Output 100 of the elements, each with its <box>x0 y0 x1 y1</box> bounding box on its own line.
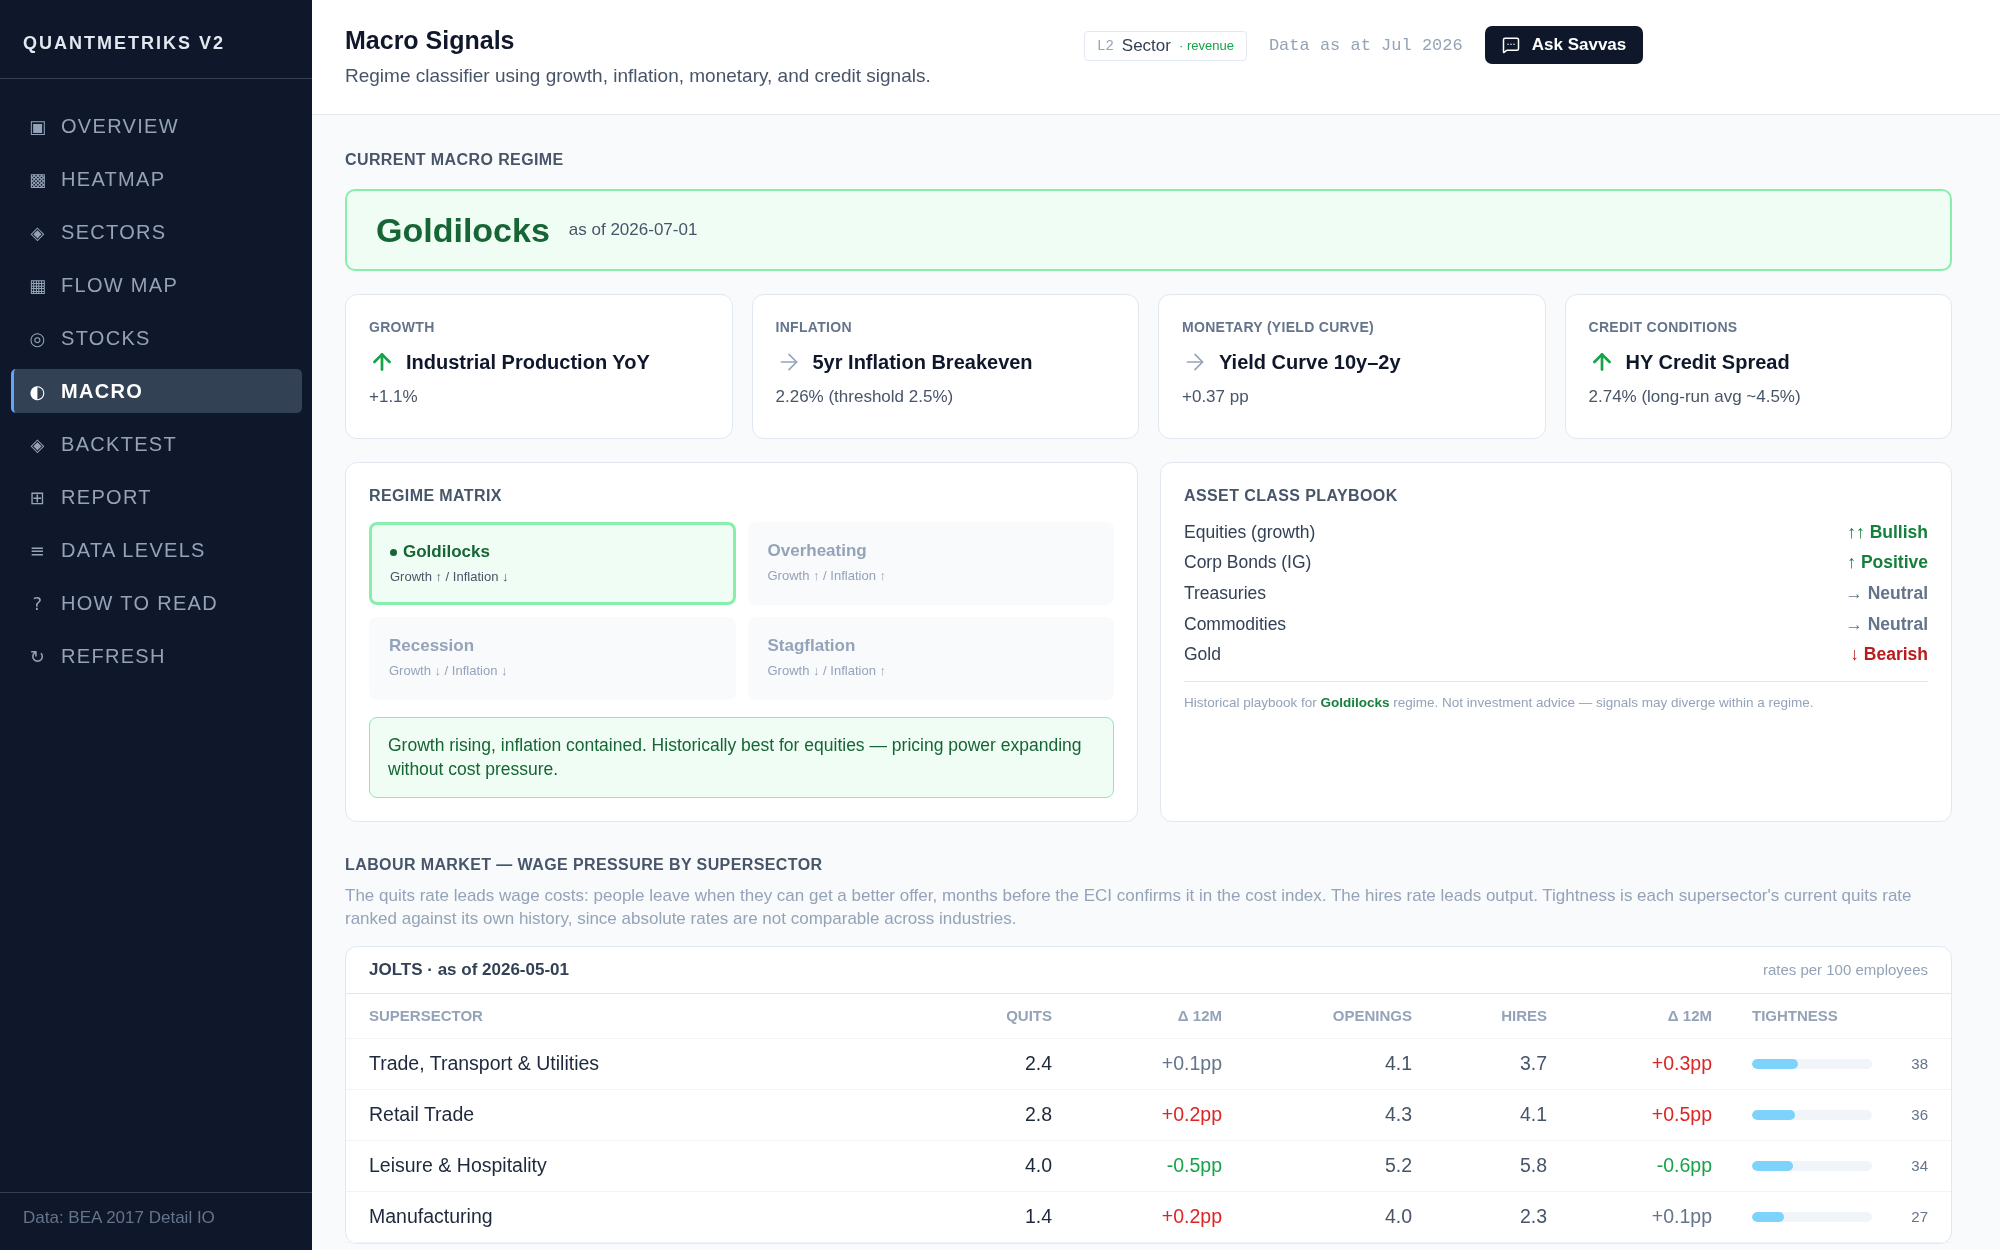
signal-value: +0.37 pp <box>1182 387 1250 407</box>
table-cell-text: +0.1pp <box>1650 1205 1712 1229</box>
asset-outlook: ↓ Bearish <box>1850 644 1928 666</box>
table-cell-text: -0.5pp <box>1165 1154 1222 1178</box>
regime-cell-name: Overheating <box>767 541 867 561</box>
nav-item[interactable]: ⊞ REPORT <box>11 475 302 519</box>
column-header: Δ 12M <box>1176 1007 1222 1025</box>
table-cell-text: 3.7 <box>1518 1052 1547 1076</box>
table-cell-text: -0.6pp <box>1655 1154 1712 1178</box>
regime-condition: Growth ↑ / Inflation ↓ <box>390 569 510 584</box>
regime-cell-name: Stagflation <box>767 636 856 656</box>
section-heading: LABOUR MARKET — WAGE PRESSURE BY SUPERSECTOR <box>345 856 824 874</box>
table-cell-text: Trade, Transport & Utilities <box>369 1052 601 1076</box>
table-cell-text: Leisure & Hospitality <box>369 1154 548 1178</box>
nav-label: OVERVIEW <box>61 114 179 138</box>
asset-name: Equities (growth) <box>1184 521 1316 543</box>
table-cell-text: 5.8 <box>1518 1154 1547 1178</box>
regime-condition: Growth ↑ / Inflation ↑ <box>767 568 887 583</box>
ask-button[interactable]: Ask Savvas <box>1484 26 1644 64</box>
regime-condition: Growth ↓ / Inflation ↑ <box>767 663 887 678</box>
table-cell-text: 2.8 <box>1023 1103 1052 1127</box>
signal-value: 2.26% (threshold 2.5%) <box>775 387 955 407</box>
section-description: The quits rate leads wage costs: people leave when they can get a better offer, months before the ECI confirms it in the cost index. The hires rate leads output. Tightness is each supersector's current quits rate ranked against its own history, since absolute rates are not comparable across industries. <box>345 885 1913 931</box>
page-subtitle: Regime classifier using growth, inflation, monetary, and credit signals. <box>345 65 932 87</box>
nav-item[interactable]: ≡ DATA LEVELS <box>11 528 302 572</box>
signal-value: +1.1% <box>369 387 419 407</box>
nav-item[interactable]: ◐ MACRO <box>11 369 302 413</box>
table-cell-text: 4.3 <box>1383 1103 1412 1127</box>
nav-icon: ◐ <box>29 380 47 402</box>
nav-icon: ◈ <box>29 433 47 455</box>
asset-name: Commodities <box>1184 613 1287 635</box>
tightness-value: 27 <box>1911 1208 1928 1226</box>
tightness-value: 34 <box>1911 1157 1928 1175</box>
table-cell-text: +0.1pp <box>1160 1052 1222 1076</box>
table-cell-text: 2.3 <box>1518 1205 1547 1229</box>
table-cell-text: +0.5pp <box>1650 1103 1712 1127</box>
asset-outlook: ↑↑ Bullish <box>1847 521 1928 543</box>
nav-icon: ↻ <box>29 645 47 667</box>
level-code: L2 <box>1097 37 1114 54</box>
regime-condition: Growth ↓ / Inflation ↓ <box>389 663 509 678</box>
playbook-note: Historical playbook for Goldilocks regime. Not investment advice — signals may diverge within a regime. <box>1184 694 1815 710</box>
signal-value: 2.74% (long-run avg ~4.5%) <box>1588 387 1802 407</box>
nav-item[interactable]: ◎ STOCKS <box>11 316 302 360</box>
dot-icon <box>390 548 397 556</box>
table-cell-text: Retail Trade <box>369 1103 476 1127</box>
table-cell-text: 2.4 <box>1023 1052 1052 1076</box>
nav-label: HOW TO READ <box>61 591 218 615</box>
asset-outlook: → Neutral <box>1845 583 1928 604</box>
nav-icon: ▩ <box>29 168 47 190</box>
table-cell-text: 4.1 <box>1383 1052 1412 1076</box>
table-title: JOLTS · as of 2026-05-01 <box>369 959 569 980</box>
regime-cell-name: Recession <box>389 636 475 656</box>
regime-name: Goldilocks <box>376 210 550 250</box>
nav-icon: ≡ <box>29 539 47 561</box>
column-header: OPENINGS <box>1331 1007 1412 1025</box>
nav-item[interactable]: ▦ FLOW MAP <box>11 263 302 307</box>
signal-category: GROWTH <box>369 319 436 335</box>
signal-category: CREDIT CONDITIONS <box>1588 319 1739 335</box>
table-cell-text: 4.1 <box>1518 1103 1547 1127</box>
nav-label: HEATMAP <box>61 167 166 191</box>
asset-name: Gold <box>1184 644 1221 666</box>
nav-label: STOCKS <box>61 326 151 350</box>
tightness-value: 38 <box>1911 1055 1928 1073</box>
page-title: Macro Signals <box>345 26 516 55</box>
signal-category: INFLATION <box>775 319 853 335</box>
asset-name: Treasuries <box>1184 583 1266 604</box>
asset-name: Corp Bonds (IG) <box>1184 552 1312 574</box>
table-cell-text: 4.0 <box>1023 1154 1052 1178</box>
chat-icon <box>1501 36 1520 54</box>
column-header: Δ 12M <box>1666 1007 1712 1025</box>
table-cell-text: +0.2pp <box>1160 1205 1222 1229</box>
nav-item[interactable]: ▣ OVERVIEW <box>11 104 302 148</box>
nav-item[interactable]: ? HOW TO READ <box>11 581 302 625</box>
regime-cell-name: Goldilocks <box>403 542 490 562</box>
table-cell-text: Manufacturing <box>369 1205 494 1229</box>
card-heading: REGIME MATRIX <box>369 487 503 505</box>
asset-outlook: ↑ Positive <box>1847 552 1928 574</box>
column-header: QUITS <box>1005 1007 1052 1025</box>
nav-icon: ◎ <box>29 327 47 349</box>
signal-category: MONETARY (YIELD CURVE) <box>1182 319 1375 335</box>
nav-label: MACRO <box>61 379 144 403</box>
table-cell-text: +0.3pp <box>1650 1052 1712 1076</box>
table-cell-text: +0.2pp <box>1160 1103 1222 1127</box>
table-cell-text: 1.4 <box>1023 1205 1052 1229</box>
nav-icon: ? <box>29 592 47 614</box>
signal-title: HY Credit Spread <box>1625 350 1790 374</box>
nav-icon: ◈ <box>29 221 47 243</box>
table-cell-text: 4.0 <box>1383 1205 1412 1229</box>
nav-label: REPORT <box>61 485 152 509</box>
nav-item[interactable]: ▩ HEATMAP <box>11 157 302 201</box>
nav-label: SECTORS <box>61 220 167 244</box>
nav-label: REFRESH <box>61 644 166 668</box>
nav-item[interactable]: ◈ BACKTEST <box>11 422 302 466</box>
nav-item[interactable]: ◈ SECTORS <box>11 210 302 254</box>
nav-item[interactable]: ↻ REFRESH <box>11 634 302 678</box>
nav-label: FLOW MAP <box>61 273 179 297</box>
signal-title: 5yr Inflation Breakeven <box>812 350 1033 374</box>
level-name: Sector <box>1121 35 1171 56</box>
asset-outlook: → Neutral <box>1845 613 1928 635</box>
data-date: Data as at Jul 2026 <box>1268 35 1463 55</box>
